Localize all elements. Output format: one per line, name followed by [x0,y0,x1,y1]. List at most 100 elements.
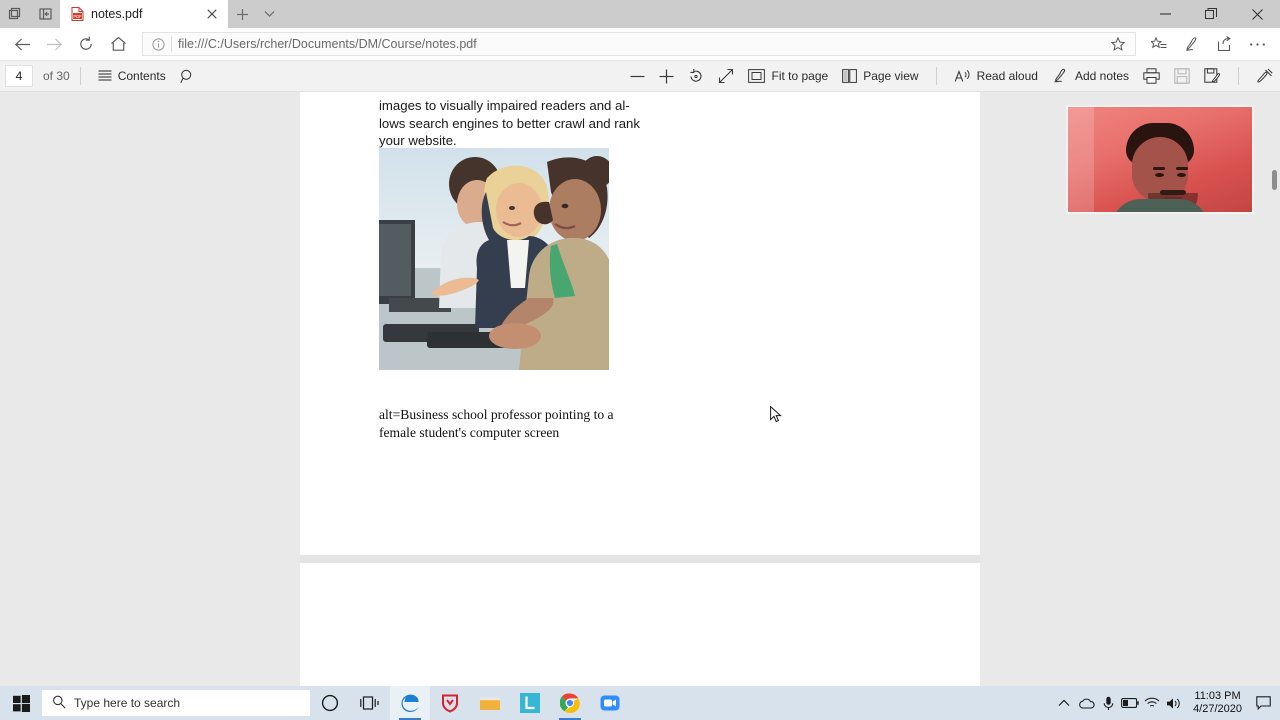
back-arrow-icon[interactable] [6,28,38,60]
webcam-person-eye-left [1155,173,1164,177]
add-notes-label: Add notes [1074,69,1129,83]
add-notes-button[interactable]: Add notes [1045,60,1136,92]
pdf-page-5: Anchor text 3. Partial Match: the anchor… [300,563,980,686]
save-icon [1174,68,1190,84]
pdf-file-icon: PDF [70,7,84,21]
set-tabs-aside-icon[interactable] [30,0,60,28]
show-hidden-icons-icon[interactable] [1053,686,1075,720]
zoom-app-icon[interactable] [590,686,630,720]
page-view-button[interactable]: Page view [835,60,925,92]
task-view-icon[interactable] [350,686,390,720]
page-number-input[interactable]: 4 [5,65,33,87]
fit-to-page-label: Fit to page [771,69,829,83]
teal-l-app-icon[interactable] [510,686,550,720]
browser-tab-notes-pdf[interactable]: PDF notes.pdf [60,0,228,28]
read-aloud-icon [954,69,971,84]
zoom-out-button[interactable] [623,60,652,92]
scrollbar-thumb[interactable] [1272,170,1277,190]
search-icon [52,695,66,712]
address-bar-row: file:///C:/Users/rcher/Documents/DM/Cour… [0,28,1280,60]
microsoft-edge-icon[interactable] [390,686,430,720]
draw-button[interactable] [1249,60,1280,92]
restore-icon[interactable] [1188,0,1234,28]
read-aloud-label: Read aloud [976,69,1038,83]
mouse-pointer [770,405,782,424]
search-placeholder: Type here to search [74,696,181,710]
speaker-icon[interactable] [1163,686,1185,720]
more-options-icon[interactable] [1241,28,1274,60]
wifi-icon[interactable] [1141,686,1163,720]
save-button[interactable] [1167,60,1197,92]
webcam-person-moustache [1160,190,1186,195]
page-separator [300,555,980,563]
action-center-icon[interactable] [1250,686,1276,720]
clock[interactable]: 11:03 PM 4/27/2020 [1185,690,1250,716]
image-alt-caption: alt=Business school professor pointing t… [379,407,614,440]
fit-width-button[interactable] [711,60,741,92]
toolbar-divider-3 [1238,67,1239,85]
webcam-background-wall [1068,107,1094,212]
microphone-icon[interactable] [1097,686,1119,720]
url-bar[interactable]: file:///C:/Users/rcher/Documents/DM/Cour… [142,32,1136,56]
search-input[interactable]: Type here to search [42,690,310,716]
print-button[interactable] [1136,60,1167,92]
webcam-person-face [1132,137,1198,212]
favorites-star-icon[interactable] [1105,32,1131,56]
forward-arrow-icon[interactable] [38,28,70,60]
battery-icon[interactable] [1119,686,1141,720]
pen-icon [1052,68,1069,84]
read-aloud-button[interactable]: Read aloud [947,60,1045,92]
fit-page-icon [748,69,766,83]
webcam-video-overlay[interactable] [1066,105,1254,214]
rotate-button[interactable] [681,60,711,92]
url-text: file:///C:/Users/rcher/Documents/DM/Cour… [178,37,477,51]
tab-title: notes.pdf [91,7,143,21]
window-controls [1142,0,1280,28]
contents-button[interactable]: Contents [91,60,173,92]
zoom-in-button[interactable] [652,60,681,92]
print-icon [1143,68,1160,84]
refresh-icon[interactable] [70,28,102,60]
find-button[interactable] [173,60,202,92]
webcam-person-brow-left [1153,167,1165,170]
plus-icon [659,69,674,84]
file-explorer-icon[interactable] [470,686,510,720]
webcam-person-eye-right [1177,173,1186,177]
windows-taskbar: Type here to search 11:03 PM 4/27/2020 [0,686,1280,720]
collections-icon[interactable] [1142,28,1175,60]
save-as-button[interactable] [1197,60,1228,92]
shield-app-icon[interactable] [430,686,470,720]
share-icon[interactable] [1208,28,1241,60]
clock-date: 4/27/2020 [1193,703,1242,715]
system-tray: 11:03 PM 4/27/2020 [1053,686,1280,720]
cortana-icon[interactable] [310,686,350,720]
home-icon[interactable] [102,28,134,60]
windows-start-icon[interactable] [0,686,42,720]
rotate-icon [688,68,704,84]
site-info-icon[interactable] [147,33,169,55]
pdf-page-4: images to visually impaired readers and … [300,92,980,556]
minus-icon [630,75,645,78]
webcam-person-brow-right [1176,167,1188,170]
new-tab-button[interactable] [228,0,256,28]
tab-actions-icon[interactable] [0,0,30,28]
tab-strip: PDF notes.pdf [0,0,1280,28]
webcam-person [1111,123,1209,212]
page-view-icon [842,69,858,83]
page-view-label: Page view [863,69,919,83]
web-notes-pen-icon[interactable] [1175,28,1208,60]
fit-to-page-button[interactable]: Fit to page [741,60,835,92]
pdf-toolbar-right-group: Fit to page Page view Read aloud Add not [623,60,1280,92]
vertical-scrollbar[interactable] [1268,92,1280,686]
minimize-icon[interactable] [1142,0,1188,28]
toolbar-divider [79,67,81,85]
pdf-toolbar: 4 of 30 Contents Fit to page Page view R… [0,60,1280,92]
window-close-icon[interactable] [1234,0,1280,28]
contents-label: Contents [117,69,166,83]
google-chrome-icon[interactable] [550,686,590,720]
onedrive-cloud-icon[interactable] [1075,686,1097,720]
search-icon [180,69,195,84]
tab-close-icon[interactable] [202,4,222,24]
page-count-label: of 30 [43,69,70,83]
tab-menu-chevron-down-icon[interactable] [256,0,282,28]
